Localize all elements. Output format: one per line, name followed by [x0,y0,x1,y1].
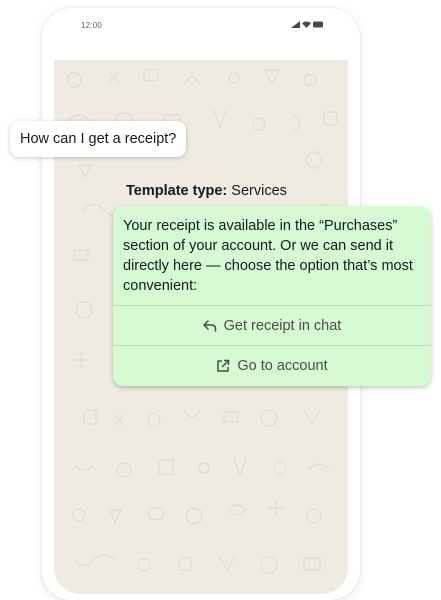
external-link-icon [216,359,230,373]
battery-icon [313,21,323,28]
stage: 12:00 How can I get a receipt? Template … [0,0,441,600]
wifi-icon [302,21,311,28]
template-type-value: Services [231,183,287,199]
get-receipt-in-chat-label: Get receipt in chat [223,317,342,334]
status-bar: 12:00 [42,8,360,46]
go-to-account-button[interactable]: Go to account [113,345,431,385]
go-to-account-label: Go to account [237,357,328,374]
incoming-message-text: How can I get a receipt? [20,131,177,147]
get-receipt-in-chat-button[interactable]: Get receipt in chat [113,305,431,345]
status-time: 12:00 [81,21,103,30]
template-type-caption: Template type: Services [126,183,287,199]
incoming-message-bubble: How can I get a receipt? [10,121,187,157]
outgoing-message-text: Your receipt is available in the “Purcha… [123,218,413,294]
template-type-label: Template type: [126,183,228,199]
signal-icon [291,21,300,28]
reply-arrow-icon [202,319,217,332]
outgoing-template-bubble: Your receipt is available in the “Purcha… [113,206,431,386]
status-icons [291,21,324,28]
